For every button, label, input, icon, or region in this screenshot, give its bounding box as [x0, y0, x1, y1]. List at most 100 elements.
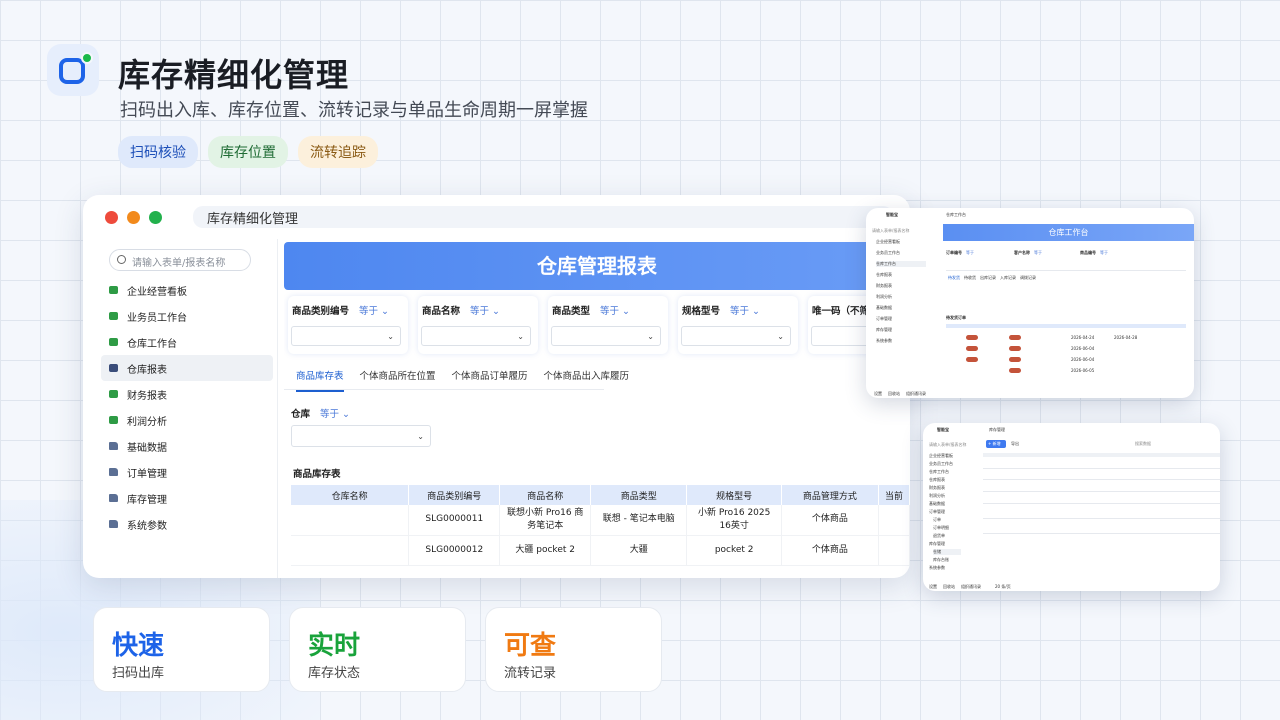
operator-dropdown[interactable]: 等于 ⌄: [730, 306, 760, 317]
table-row[interactable]: SLG0000011 联想小新 Pro16 商务笔记本 联想 - 笔记本电脑 小…: [291, 505, 910, 536]
mini-menu-item[interactable]: 利润分析: [876, 294, 892, 300]
mini-footer-item[interactable]: 设置: [929, 584, 937, 590]
mini-menu-item[interactable]: 仓库工作台: [929, 469, 949, 475]
sidebar-item-inventory[interactable]: 库存管理: [101, 485, 273, 511]
cell: [878, 505, 910, 536]
col-warehouse[interactable]: 仓库名称: [291, 485, 410, 505]
mini-tab[interactable]: 出库记录: [980, 275, 996, 281]
mini-table-row[interactable]: [983, 491, 1220, 492]
mini-table-row[interactable]: [983, 533, 1220, 534]
mini-menu-item[interactable]: 财务报表: [876, 283, 892, 289]
mini-pager[interactable]: 20 条/页: [995, 584, 1011, 590]
mini-filter-op[interactable]: 等于: [1100, 250, 1108, 256]
operator-dropdown[interactable]: 等于 ⌄: [600, 306, 630, 317]
sidebar-item-orders[interactable]: 订单管理: [101, 459, 273, 485]
maximize-window-button[interactable]: [149, 211, 162, 224]
sidebar-item-system-params[interactable]: 系统参数: [101, 511, 273, 537]
mini-menu-item[interactable]: 利润分析: [929, 493, 945, 499]
mini-menu-item[interactable]: 企业经营看板: [929, 453, 953, 459]
sidebar-search-input[interactable]: 请输入表单/报表名称: [109, 249, 251, 271]
mini-menu-item[interactable]: 库存台账: [933, 557, 949, 563]
col-product-name[interactable]: 商品名称: [499, 485, 592, 505]
col-product-type[interactable]: 商品类型: [590, 485, 688, 505]
operator-dropdown[interactable]: 等于 ⌄: [359, 306, 389, 317]
col-category-code[interactable]: 商品类别编号: [408, 485, 501, 505]
sidebar-item-warehouse-report[interactable]: 仓库报表: [101, 355, 273, 381]
mini-table-row[interactable]: [983, 503, 1220, 504]
mini-add-label: + 新增: [988, 441, 1001, 446]
filter-select[interactable]: ⌄: [681, 326, 791, 346]
mini-menu-item[interactable]: 库存管理: [876, 327, 892, 333]
main-app-window: 库存精细化管理 请输入表单/报表名称 企业经营看板 业务员工作台 仓库工作台 仓…: [83, 195, 910, 578]
mini-table-row[interactable]: [983, 479, 1220, 480]
mini-menu-item[interactable]: 系统参数: [929, 565, 945, 571]
mini-tab[interactable]: 待收货: [964, 275, 976, 281]
warehouse-select[interactable]: ⌄: [291, 425, 431, 447]
mini-menu-item[interactable]: 业务员工作台: [876, 250, 900, 256]
mini-filter-op[interactable]: 等于: [1034, 250, 1042, 256]
mini-menu-item[interactable]: 仓储: [933, 549, 961, 555]
filter-select[interactable]: ⌄: [421, 326, 531, 346]
address-bar[interactable]: 库存精细化管理: [193, 206, 893, 228]
mini-footer-item[interactable]: 组织通讯录: [906, 391, 926, 397]
mini-search[interactable]: 请输入表单/报表名称: [872, 228, 909, 234]
mini-tab[interactable]: 待发货: [948, 275, 960, 281]
mini-menu-item[interactable]: 财务报表: [929, 485, 945, 491]
filter-select[interactable]: ⌄: [551, 326, 661, 346]
app-logo: [47, 44, 99, 96]
mini-menu-item[interactable]: 订单: [933, 517, 941, 523]
preview-warehouse-desk: 智能宝 仓库工作台 请输入表单/报表名称 企业经营看板 业务员工作台 仓库工作台…: [866, 208, 1194, 398]
col-current[interactable]: 当前: [878, 485, 910, 505]
operator-dropdown[interactable]: 等于 ⌄: [320, 409, 350, 420]
mini-menu-item[interactable]: 订单明细: [933, 525, 949, 531]
mini-export-button[interactable]: 导出: [1011, 441, 1019, 447]
filter-select[interactable]: ⌄: [291, 326, 401, 346]
mini-menu-item[interactable]: 库存管理: [929, 541, 945, 547]
mini-menu-item[interactable]: 企业经营看板: [876, 239, 900, 245]
filter-product-type: 商品类型 等于 ⌄ ⌄: [548, 296, 668, 354]
col-manage-mode[interactable]: 商品管理方式: [781, 485, 879, 505]
mini-status-pill: [1009, 335, 1021, 340]
mini-menu-item[interactable]: 仓库工作台: [876, 261, 926, 267]
mini-menu-item[interactable]: 仓库报表: [929, 477, 945, 483]
mini-footer-item[interactable]: 回收站: [888, 391, 900, 397]
mini-date: 2026-06-05: [1071, 368, 1095, 373]
mini-footer-item[interactable]: 回收站: [943, 584, 955, 590]
mini-table-row[interactable]: [983, 468, 1220, 469]
stat-small: 流转记录: [504, 666, 557, 681]
mini-tab[interactable]: 入库记录: [1000, 275, 1016, 281]
mini-menu-item[interactable]: 订单管理: [929, 509, 945, 515]
mini-menu-item[interactable]: 仓库报表: [876, 272, 892, 278]
mini-menu-item[interactable]: 订单管理: [876, 316, 892, 322]
mini-menu-item[interactable]: 基础数据: [876, 305, 892, 311]
filter-product-name: 商品名称 等于 ⌄ ⌄: [418, 296, 538, 354]
sidebar-item-profit-analysis[interactable]: 利润分析: [101, 407, 273, 433]
mini-footer-item[interactable]: 设置: [874, 391, 882, 397]
mini-menu-item[interactable]: 基础数据: [929, 501, 945, 507]
mini-menu-item[interactable]: 业务员工作台: [929, 461, 953, 467]
mini-table-header: [946, 324, 1186, 328]
sidebar-item-label: 基础数据: [127, 442, 167, 454]
mini-table-row[interactable]: [983, 518, 1220, 519]
mini-tab[interactable]: 调拨记录: [1020, 275, 1036, 281]
mini-menu-item[interactable]: 退货单: [933, 533, 945, 539]
cell: [291, 535, 410, 566]
mini-filter-op[interactable]: 等于: [966, 250, 974, 256]
sidebar-item-dashboard[interactable]: 企业经营看板: [101, 277, 273, 303]
table-row[interactable]: SLG0000012 大疆 pocket 2 大疆 pocket 2 个体商品: [291, 535, 910, 566]
minimize-window-button[interactable]: [127, 211, 140, 224]
mini-status-pill: [966, 335, 978, 340]
sidebar-item-sales-desk[interactable]: 业务员工作台: [101, 303, 273, 329]
mini-footer-item[interactable]: 组织通讯录: [961, 584, 981, 590]
sidebar-item-base-data[interactable]: 基础数据: [101, 433, 273, 459]
operator-dropdown[interactable]: 等于 ⌄: [470, 306, 500, 317]
tag-scan-verify: 扫码核验: [118, 136, 198, 168]
mini-menu-item[interactable]: 系统参数: [876, 338, 892, 344]
sidebar-item-finance-report[interactable]: 财务报表: [101, 381, 273, 407]
sidebar-item-warehouse-desk[interactable]: 仓库工作台: [101, 329, 273, 355]
close-window-button[interactable]: [105, 211, 118, 224]
mini-search[interactable]: 请输入表单/报表名称: [929, 442, 966, 448]
mini-search-data[interactable]: 搜索数据: [1135, 441, 1151, 447]
col-spec-model[interactable]: 规格型号: [686, 485, 782, 505]
filter-label: 商品名称: [422, 306, 461, 317]
